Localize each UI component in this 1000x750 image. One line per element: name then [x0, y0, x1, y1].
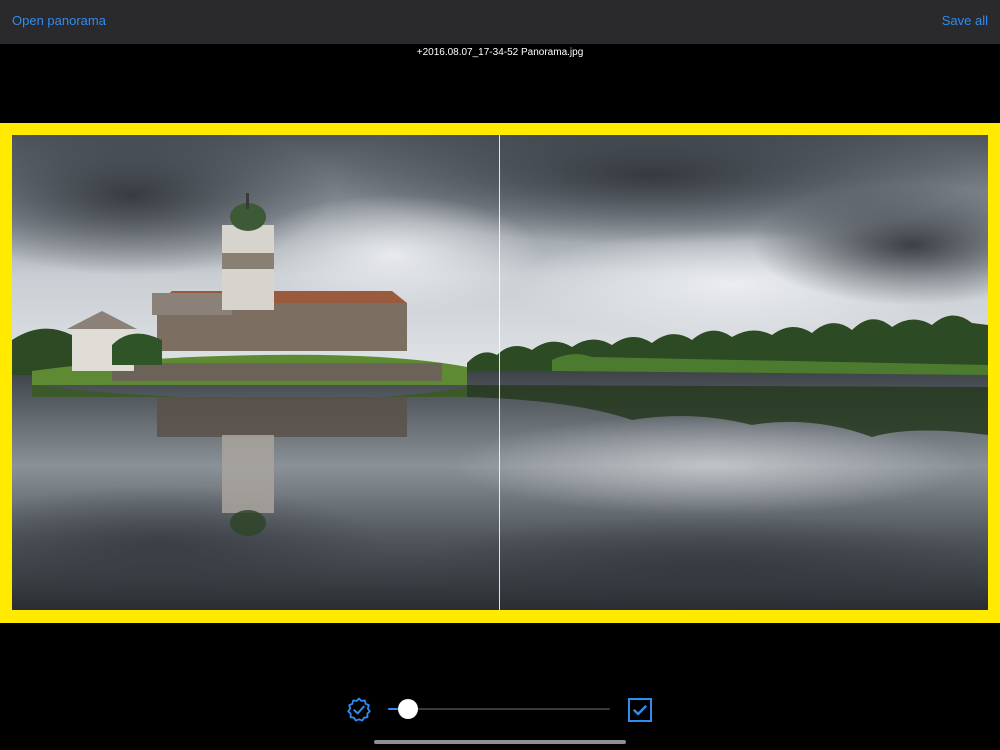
slider-thumb[interactable]	[398, 699, 419, 719]
checkbox-checked-icon	[628, 698, 652, 722]
panorama-photo-drawing	[12, 135, 988, 610]
top-navigation-bar: Open panorama Save all	[0, 0, 1000, 44]
slider-track[interactable]	[388, 708, 610, 710]
gear-check-icon	[347, 697, 371, 722]
save-all-button[interactable]: Save all	[942, 13, 988, 28]
settings-gear-check-icon[interactable]	[345, 696, 373, 724]
selection-frame	[0, 123, 1000, 623]
open-panorama-button[interactable]: Open panorama	[12, 13, 106, 28]
file-name-label: +2016.08.07_17-34-52 Panorama.jpg	[416, 47, 584, 58]
panorama-image[interactable]	[12, 135, 988, 610]
select-checkbox[interactable]	[627, 697, 653, 723]
amount-slider[interactable]	[388, 698, 610, 722]
home-indicator[interactable]	[374, 740, 626, 744]
split-divider-line[interactable]	[499, 135, 500, 610]
